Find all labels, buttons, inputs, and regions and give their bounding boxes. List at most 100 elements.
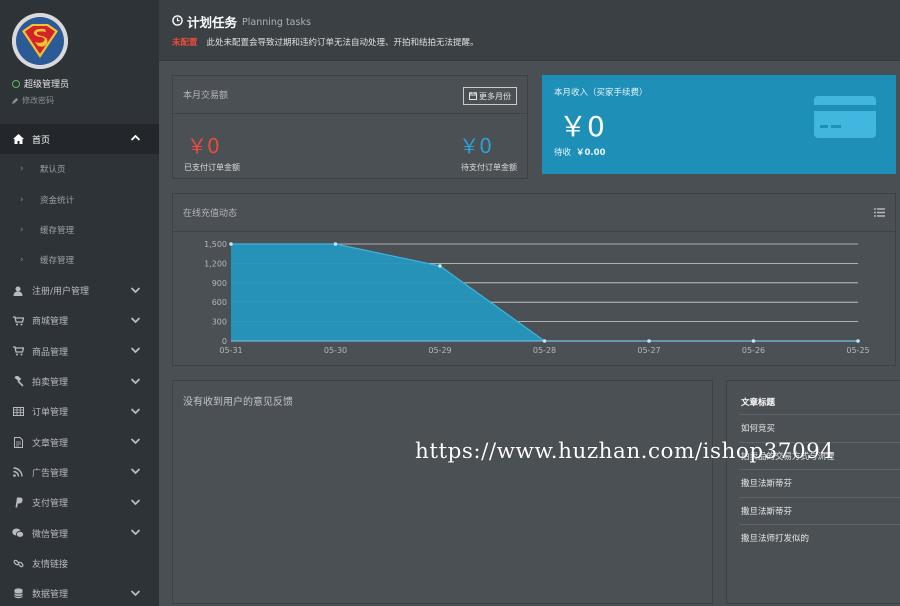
chevron-down-icon: [130, 528, 141, 538]
x-tick-label: 05-31: [219, 346, 242, 355]
chevron-down-icon: [130, 316, 141, 326]
gavel-icon: [11, 376, 25, 388]
pending-amount-value: ￥0: [459, 134, 492, 158]
data-point[interactable]: [856, 339, 860, 343]
sidebar-subitem-cache-2[interactable]: › 缓存管理: [0, 245, 159, 275]
sidebar-item-wechat[interactable]: 微信管理: [0, 518, 159, 548]
data-point[interactable]: [751, 339, 756, 343]
link-icon: [11, 557, 25, 569]
warning-label[interactable]: 未配置: [172, 38, 198, 48]
sidebar-item-goods[interactable]: 商品管理: [0, 336, 159, 366]
article-row[interactable]: 撒旦法师打发似的: [739, 524, 900, 552]
income-pending: 待收 ￥0.00: [554, 148, 606, 158]
config-warning: 未配置 此处未配置会导致过期和违约订单无法自动处理、开拍和结拍无法提醒。: [172, 36, 479, 48]
area-series: [231, 244, 858, 341]
data-point[interactable]: [333, 242, 338, 246]
chevron-down-icon: [130, 377, 141, 387]
sidebar-item-articles[interactable]: 文章管理: [0, 427, 159, 457]
chevron-down-icon: [130, 407, 141, 417]
x-tick-label: 05-27: [637, 346, 660, 355]
chevron-down-icon: [130, 589, 141, 599]
sidebar-item-home[interactable]: 首页: [0, 124, 159, 155]
monthly-income-panel: 本月收入（买家手续费） ￥0 待收 ￥0.00: [542, 75, 896, 174]
article-row[interactable]: 如何竞买: [739, 414, 900, 442]
chevron-right-icon: ›: [20, 225, 24, 236]
chevron-down-icon: [130, 346, 141, 356]
y-tick-label: 600: [212, 298, 227, 307]
feedback-panel: 没有收到用户的意见反馈: [172, 380, 713, 604]
data-point[interactable]: [647, 339, 651, 343]
article-row[interactable]: 撒旦法斯蒂芬: [739, 469, 900, 497]
chevron-down-icon: [130, 498, 141, 508]
y-tick-label: 0: [222, 337, 227, 346]
sidebar-item-data[interactable]: 数据管理: [0, 578, 159, 606]
y-tick-label: 1,500: [204, 240, 227, 249]
rss-icon: [11, 466, 25, 478]
chevron-right-icon: ›: [20, 194, 24, 205]
paid-amount-value: ￥0: [187, 134, 220, 158]
sidebar-item-orders[interactable]: 订单管理: [0, 397, 159, 427]
article-row[interactable]: 撒旦法斯蒂芬: [739, 497, 900, 525]
recharge-chart: 0 300 600 900 1,200 1,500 05-31 05-30 05-29 05-28…: [204, 240, 870, 355]
cart-icon: [11, 345, 25, 357]
online-status-icon: [12, 79, 20, 88]
y-tick-label: 1,200: [204, 259, 227, 268]
article-list-header: 文章标题: [741, 398, 776, 408]
sidebar-item-mall[interactable]: 商城管理: [0, 306, 159, 336]
x-tick-label: 05-28: [533, 346, 556, 355]
chevron-down-icon: [130, 437, 141, 447]
credit-card-icon: [814, 96, 876, 141]
data-point[interactable]: [438, 264, 442, 268]
cart-icon: [11, 315, 25, 327]
chevron-down-icon: [130, 286, 141, 296]
data-point[interactable]: [229, 242, 233, 246]
y-tick-label: 900: [212, 279, 227, 288]
database-icon: [11, 588, 25, 600]
recharge-chart-panel: 在线充值动态 0 300 600 900 1,200 1,500 05-31 05-30 05-…: [172, 193, 896, 366]
list-icon[interactable]: [874, 208, 885, 220]
y-tick-label: 300: [212, 318, 227, 327]
sidebar-subitem-cache-1[interactable]: › 缓存管理: [0, 215, 159, 245]
user-name: 超级管理员: [12, 77, 69, 90]
table-icon: [11, 406, 25, 418]
calendar-icon: [469, 92, 477, 100]
change-password-link[interactable]: 修改密码: [12, 95, 54, 106]
data-point[interactable]: [542, 339, 547, 343]
x-tick-label: 05-30: [324, 346, 347, 355]
paid-amount-label: 已支付订单金额: [184, 163, 240, 172]
pending-amount-label: 待支付订单金额: [461, 163, 517, 172]
sidebar-item-payment[interactable]: 支付管理: [0, 488, 159, 518]
income-title: 本月收入（买家手续费）: [554, 88, 648, 98]
sidebar-nav: 首页 › 默认页 › 资金统计 › 缓存管理 › 缓存管理 注册/用户管理 商城管理 商…: [0, 124, 159, 606]
x-tick-label: 05-29: [428, 346, 451, 355]
x-tick-label: 05-26: [742, 346, 765, 355]
page-header: 计划任务 Planning tasks 未配置 此处未配置会导致过期和违约订单无法…: [159, 0, 900, 61]
x-tick-label: 05-25: [846, 346, 869, 355]
user-icon: [11, 285, 25, 297]
warning-text: 此处未配置会导致过期和违约订单无法自动处理、开拍和结拍无法提醒。: [206, 38, 479, 48]
sidebar-item-ads[interactable]: 广告管理: [0, 457, 159, 487]
more-months-button[interactable]: 更多月份: [463, 87, 517, 105]
pencil-icon: [12, 97, 19, 104]
chevron-down-icon: [130, 467, 141, 477]
wechat-icon: [11, 527, 25, 539]
chevron-right-icon: ›: [20, 164, 24, 175]
avatar[interactable]: [12, 13, 68, 69]
sidebar-item-users[interactable]: 注册/用户管理: [0, 275, 159, 305]
article-list-panel: 文章标题 如何竞买 拍卖品的交易方式与流程 撒旦法斯蒂芬 撒旦法斯蒂芬 撒旦法师…: [726, 380, 900, 604]
paypal-icon: [11, 497, 25, 509]
sidebar-item-auction[interactable]: 拍卖管理: [0, 366, 159, 396]
monthly-trade-panel: 本月交易额 更多月份 ￥0 已支付订单金额 ￥0 待支付订单金额: [172, 75, 528, 179]
chart-title: 在线充值动态: [173, 194, 895, 232]
document-icon: [11, 436, 25, 448]
feedback-empty-text: 没有收到用户的意见反馈: [183, 397, 293, 408]
chevron-right-icon: ›: [20, 255, 24, 266]
sidebar-subitem-default[interactable]: › 默认页: [0, 154, 159, 184]
sidebar: 超级管理员 修改密码 首页 › 默认页 › 资金统计 › 缓存管理 › 缓存管理 注册/…: [0, 0, 159, 606]
chevron-up-icon: [130, 134, 141, 144]
page-title: 计划任务 Planning tasks: [172, 12, 311, 31]
watermark-text: https://www.huzhan.com/ishop37094: [415, 439, 835, 464]
home-icon: [11, 133, 25, 145]
sidebar-subitem-funds[interactable]: › 资金统计: [0, 185, 159, 215]
sidebar-item-links[interactable]: 友情链接: [0, 548, 159, 578]
